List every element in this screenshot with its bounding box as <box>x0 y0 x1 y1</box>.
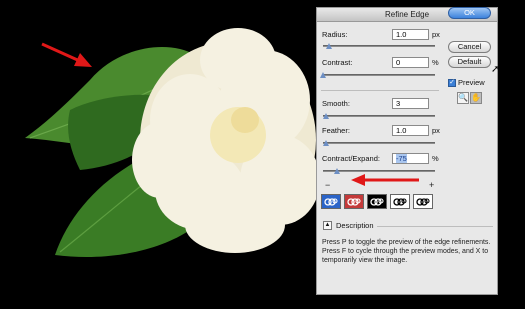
radius-unit: px <box>432 30 440 39</box>
description-divider <box>377 226 493 227</box>
preview-label: Preview <box>458 78 485 87</box>
preview-checkbox[interactable]: ✓ <box>448 78 456 87</box>
annotation-arrow-leaf <box>41 42 92 67</box>
view-tools: 🔍 ✋ <box>457 92 482 104</box>
feather-field[interactable]: 1.0 <box>392 125 429 136</box>
ok-button[interactable]: OK <box>448 7 491 19</box>
smooth-slider-track[interactable] <box>323 115 435 117</box>
preview-modes <box>321 194 433 209</box>
smooth-label: Smooth: <box>322 99 350 108</box>
plus-label: + <box>429 180 435 190</box>
hand-icon[interactable]: ✋ <box>470 92 482 104</box>
radius-label: Radius: <box>322 30 348 39</box>
description-text: Press P to toggle the preview of the edg… <box>322 239 491 264</box>
refine-edge-dialog: Refine Edge Radius: 1.0 px Contrast: 0 %… <box>316 7 500 295</box>
on-black-mode-icon[interactable] <box>367 194 387 209</box>
description-label: Description <box>336 221 374 230</box>
radius-slider-thumb[interactable] <box>325 43 332 49</box>
smooth-slider-thumb[interactable] <box>323 113 330 119</box>
minus-label: − <box>325 180 331 190</box>
contrast-slider-thumb[interactable] <box>320 72 326 78</box>
cancel-button[interactable]: Cancel <box>448 41 491 53</box>
feather-unit: px <box>432 126 440 135</box>
quick-mask-mode-icon[interactable] <box>344 194 364 209</box>
feather-slider-track[interactable] <box>323 142 435 144</box>
contract-expand-slider-thumb[interactable] <box>334 168 340 174</box>
default-button[interactable]: Default <box>448 56 491 68</box>
on-white-mode-icon[interactable] <box>390 194 410 209</box>
contrast-label: Contrast: <box>322 58 353 67</box>
radius-slider-track[interactable] <box>323 45 435 47</box>
contrast-unit: % <box>432 58 439 67</box>
contrast-field[interactable]: 0 <box>392 57 429 68</box>
mask-mode-icon[interactable] <box>413 194 433 209</box>
feather-label: Feather: <box>322 126 350 135</box>
standard-mode-icon[interactable] <box>321 194 341 209</box>
contract-expand-field[interactable]: -75 <box>392 153 429 164</box>
contract-expand-label: Contract/Expand: <box>322 154 380 163</box>
annotation-arrow-slider <box>351 174 419 186</box>
contrast-slider-track[interactable] <box>323 74 435 76</box>
contract-expand-unit: % <box>432 154 439 163</box>
preview-checkbox-row[interactable]: ✓ Preview <box>448 78 485 87</box>
mouse-cursor-icon: ➚ <box>491 64 500 75</box>
smooth-field[interactable]: 3 <box>392 98 429 109</box>
feather-slider-thumb[interactable] <box>323 140 330 146</box>
radius-field[interactable]: 1.0 <box>392 29 429 40</box>
zoom-icon[interactable]: 🔍 <box>457 92 469 104</box>
separator <box>321 90 439 91</box>
description-toggle-icon[interactable]: ▲ <box>323 221 332 230</box>
